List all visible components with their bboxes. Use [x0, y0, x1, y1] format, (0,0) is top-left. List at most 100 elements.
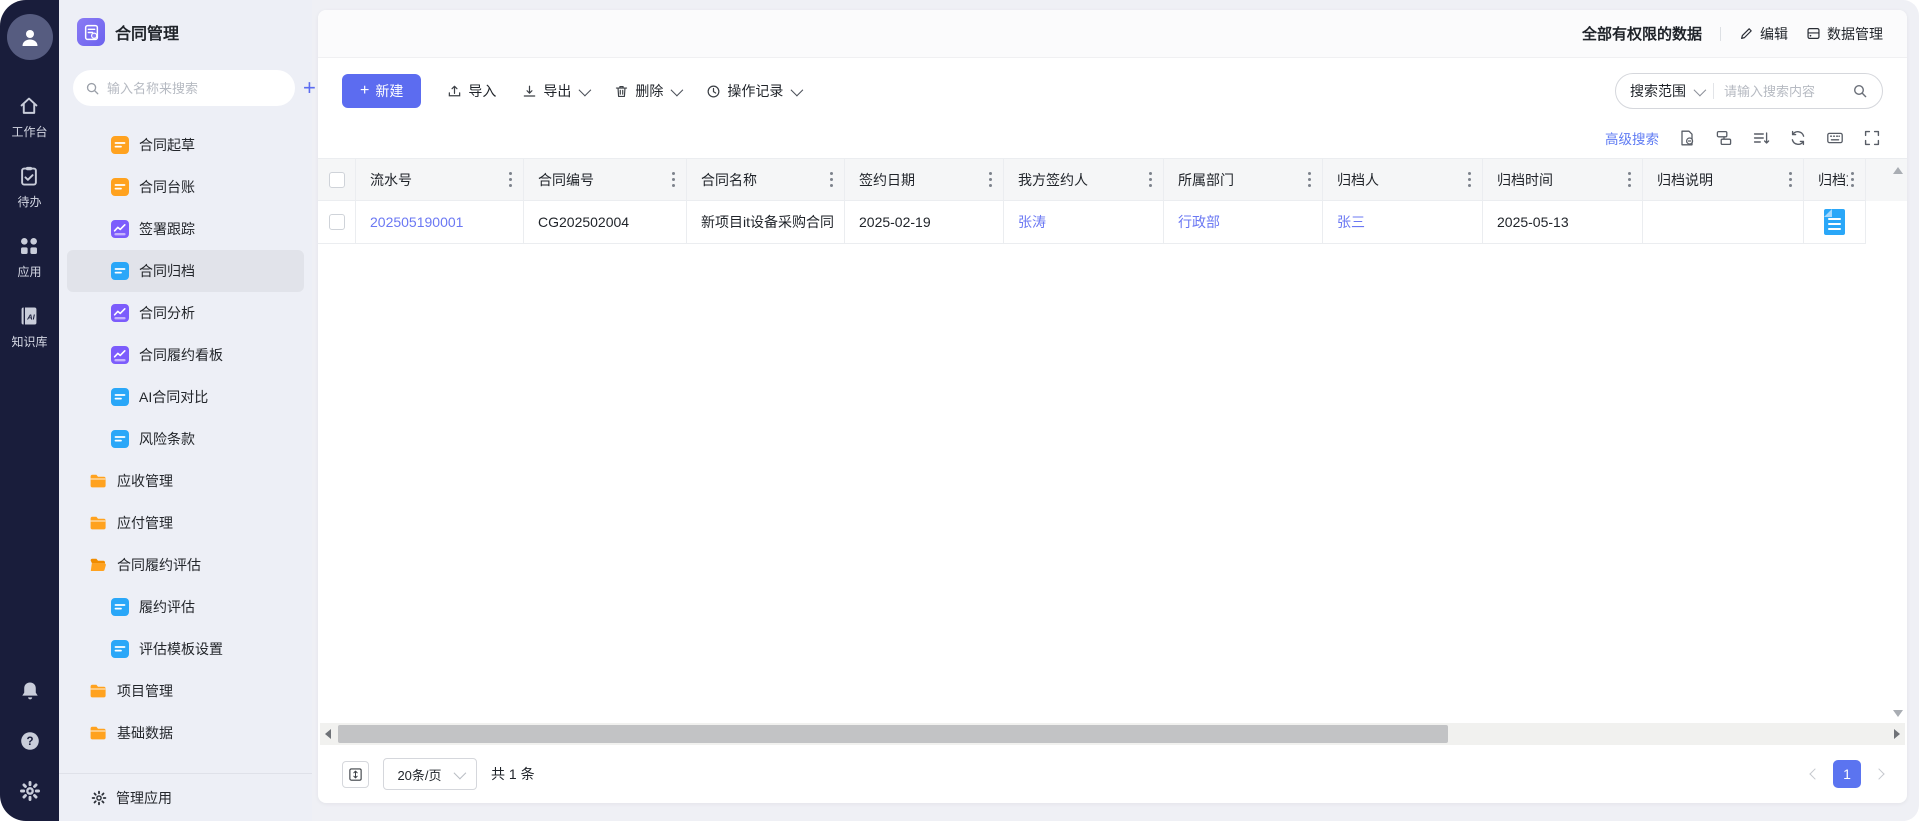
- row-height-button[interactable]: [342, 761, 369, 788]
- database-icon: [1806, 26, 1821, 41]
- card-topbar: 全部有权限的数据 编辑 数据管理: [318, 10, 1907, 58]
- divider: [1720, 27, 1721, 41]
- scroll-left-arrow[interactable]: [320, 729, 336, 739]
- sidebar-search-row: +: [59, 52, 312, 110]
- column-label: 归档文件: [1818, 170, 1848, 190]
- sidebar-item-label: 风险条款: [139, 429, 195, 449]
- scroll-right-arrow[interactable]: [1889, 729, 1905, 739]
- column-menu-icon[interactable]: [669, 169, 678, 190]
- column-label: 归档人: [1337, 170, 1465, 190]
- prev-page-button[interactable]: [1809, 768, 1820, 779]
- sidebar-item[interactable]: 项目管理: [67, 670, 304, 712]
- sidebar-item-label: 合同分析: [139, 303, 195, 323]
- export-file-icon[interactable]: [1678, 129, 1696, 147]
- column-menu-icon[interactable]: [506, 169, 515, 190]
- cell-link-serial[interactable]: 202505190001: [370, 214, 463, 230]
- page-size-select[interactable]: 20条/页: [383, 758, 477, 790]
- column-list-icon[interactable]: [1752, 129, 1770, 147]
- sidebar-item[interactable]: 风险条款: [67, 418, 304, 460]
- cell-link-our_signer[interactable]: 张涛: [1018, 212, 1046, 232]
- sidebar-item-label: 应付管理: [117, 513, 173, 533]
- notifications-button[interactable]: [18, 679, 42, 703]
- sidebar-search-input[interactable]: [107, 81, 283, 96]
- rail-item-workbench[interactable]: 工作台: [11, 94, 47, 140]
- layout-swap-icon[interactable]: [1715, 129, 1733, 147]
- sidebar-item[interactable]: 应收管理: [67, 460, 304, 502]
- column-menu-icon[interactable]: [1465, 169, 1474, 190]
- main-area: 全部有权限的数据 编辑 数据管理 + 新建 导入: [312, 0, 1919, 821]
- row-checkbox[interactable]: [329, 214, 345, 230]
- search-range-dropdown[interactable]: 搜索范围: [1630, 81, 1703, 101]
- sidebar-item[interactable]: 履约评估: [67, 586, 304, 628]
- sidebar-item-label: AI合同对比: [139, 387, 208, 407]
- chevron-down-icon: [453, 766, 466, 779]
- folder-icon: [89, 682, 107, 700]
- cell-contract_name: 新项目it设备采购合同: [687, 201, 845, 244]
- export-button[interactable]: 导出: [522, 81, 588, 101]
- doc-file-icon[interactable]: [1824, 209, 1845, 235]
- column-menu-icon[interactable]: [1786, 169, 1795, 190]
- sidebar-item[interactable]: 合同分析: [67, 292, 304, 334]
- doc-blue-icon: [111, 388, 129, 406]
- search-input[interactable]: [1724, 84, 1842, 99]
- data-management-button[interactable]: 数据管理: [1806, 24, 1883, 44]
- column-menu-icon[interactable]: [1625, 169, 1634, 190]
- cell-archive_time: 2025-05-13: [1483, 201, 1643, 244]
- fullscreen-icon[interactable]: [1863, 129, 1881, 147]
- new-button[interactable]: + 新建: [342, 74, 421, 108]
- edit-button[interactable]: 编辑: [1739, 24, 1788, 44]
- help-button[interactable]: ?: [18, 729, 42, 753]
- column-menu-icon[interactable]: [1146, 169, 1155, 190]
- search-icon[interactable]: [1852, 83, 1868, 99]
- import-button[interactable]: 导入: [447, 81, 496, 101]
- utility-icons: [1678, 129, 1881, 147]
- sidebar-item[interactable]: 合同起草: [67, 124, 304, 166]
- doc-blue-icon: [111, 430, 129, 448]
- utility-row: 高级搜索: [318, 124, 1907, 158]
- sidebar-item[interactable]: 签署跟踪: [67, 208, 304, 250]
- user-avatar[interactable]: [7, 14, 53, 60]
- sidebar-item[interactable]: 应付管理: [67, 502, 304, 544]
- column-menu-icon[interactable]: [1848, 169, 1857, 190]
- rail-item-apps[interactable]: 应用: [11, 234, 47, 280]
- rail-item-knowledge[interactable]: AI知识库: [11, 304, 47, 350]
- rail-bottom: ?: [18, 679, 42, 803]
- table-header-row: 流水号合同编号合同名称签约日期我方签约人所属部门归档人归档时间归档说明归档文件: [318, 159, 1907, 201]
- scroll-up-arrow[interactable]: [1893, 167, 1903, 174]
- icon-rail: 工作台待办应用 AI知识库 ?: [0, 0, 59, 821]
- rail-item-label: 知识库: [11, 333, 47, 350]
- refresh-icon[interactable]: [1789, 129, 1807, 147]
- vertical-scrollbar[interactable]: [1892, 167, 1904, 717]
- column-menu-icon[interactable]: [1305, 169, 1314, 190]
- column-menu-icon[interactable]: [827, 169, 836, 190]
- sidebar-item[interactable]: 合同履约评估: [67, 544, 304, 586]
- rail-item-todo[interactable]: 待办: [11, 164, 47, 210]
- next-page-button[interactable]: [1873, 768, 1884, 779]
- data-scope-label: 全部有权限的数据: [1582, 23, 1702, 44]
- page-number[interactable]: 1: [1833, 760, 1861, 788]
- sidebar-item[interactable]: 合同台账: [67, 166, 304, 208]
- sidebar-search[interactable]: [73, 70, 295, 106]
- manage-app-button[interactable]: 管理应用: [59, 773, 312, 821]
- cell-link-archiver[interactable]: 张三: [1337, 212, 1365, 232]
- scroll-down-arrow[interactable]: [1893, 710, 1903, 717]
- column-header-serial: 流水号: [356, 159, 524, 201]
- sidebar-item[interactable]: AI合同对比: [67, 376, 304, 418]
- column-header-contract_name: 合同名称: [687, 159, 845, 201]
- sidebar-item[interactable]: 合同履约看板: [67, 334, 304, 376]
- select-all-checkbox[interactable]: [329, 172, 345, 188]
- cell-link-department[interactable]: 行政部: [1178, 212, 1220, 232]
- sidebar-item[interactable]: 合同归档: [67, 250, 304, 292]
- folder-icon: [89, 472, 107, 490]
- sidebar-item[interactable]: 评估模板设置: [67, 628, 304, 670]
- column-menu-icon[interactable]: [986, 169, 995, 190]
- sidebar-item[interactable]: 基础数据: [67, 712, 304, 754]
- delete-button[interactable]: 删除: [614, 81, 680, 101]
- horizontal-scrollbar[interactable]: [320, 723, 1905, 745]
- keyboard-icon[interactable]: [1826, 129, 1844, 147]
- advanced-search-link[interactable]: 高级搜索: [1605, 128, 1659, 148]
- operation-log-button[interactable]: 操作记录: [706, 81, 800, 101]
- scrollbar-thumb[interactable]: [338, 725, 1448, 743]
- upload-icon: [447, 84, 462, 99]
- settings-button[interactable]: [18, 779, 42, 803]
